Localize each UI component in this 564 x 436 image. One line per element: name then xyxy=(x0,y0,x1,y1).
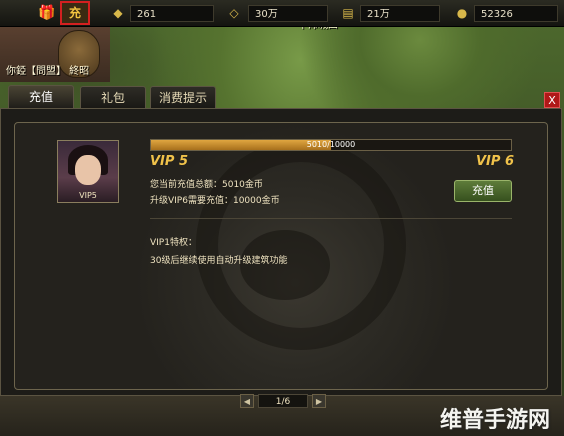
vip-progress-bar: 5010/10000 xyxy=(150,139,512,151)
coin-value: 52326 xyxy=(474,5,558,22)
next-page-icon[interactable]: ▶ xyxy=(312,394,326,408)
city-name-label: 你錏【問盟】 終昭 xyxy=(6,66,90,77)
silver-icon: ◇ xyxy=(229,6,239,20)
close-icon[interactable]: X xyxy=(544,92,560,108)
gold-ingot-icon: ◆ xyxy=(113,6,123,20)
next-vip-level: VIP 6 xyxy=(476,154,514,169)
charge-button[interactable]: 充 xyxy=(60,1,90,25)
watermark: 维普手游网 xyxy=(440,408,551,433)
pagination: ◀ 1/6 ▶ xyxy=(240,394,326,410)
coin-icon: ● xyxy=(456,6,468,20)
gold-ingot-value: 261 xyxy=(130,5,214,22)
privilege-title: VIP1特权： xyxy=(150,238,197,248)
total-recharge-text: 您当前充值总额：5010金币 xyxy=(150,180,263,190)
privilege-description: 30级后继续使用自动升级建筑功能 xyxy=(150,256,288,266)
tab-recharge[interactable]: 充值 xyxy=(8,85,74,109)
gift-icon[interactable]: 🎁 xyxy=(37,3,57,23)
tab-spending-tips[interactable]: 消费提示 xyxy=(150,86,216,108)
prev-page-icon[interactable]: ◀ xyxy=(240,394,254,408)
current-vip-level: VIP 5 xyxy=(150,154,188,169)
tab-gifts[interactable]: 礼包 xyxy=(80,86,146,108)
scroll-value: 21万 xyxy=(360,5,440,22)
recharge-button[interactable]: 充值 xyxy=(454,180,512,202)
scroll-icon: ▤ xyxy=(342,6,354,20)
resource-bar: 🎁 充 ◆ 261 ◇ 30万 ▤ 21万 ● 52326 xyxy=(0,0,564,27)
page-indicator: 1/6 xyxy=(258,394,308,408)
divider xyxy=(150,218,512,219)
avatar-vip-label: VIP5 xyxy=(79,191,97,200)
silver-value: 30万 xyxy=(248,5,328,22)
vip-progress-text: 5010/10000 xyxy=(306,140,356,149)
avatar: VIP5 xyxy=(57,140,119,203)
avatar-face xyxy=(75,155,101,185)
upgrade-requirement-text: 升级VIP6需要充值：10000金币 xyxy=(150,196,280,206)
